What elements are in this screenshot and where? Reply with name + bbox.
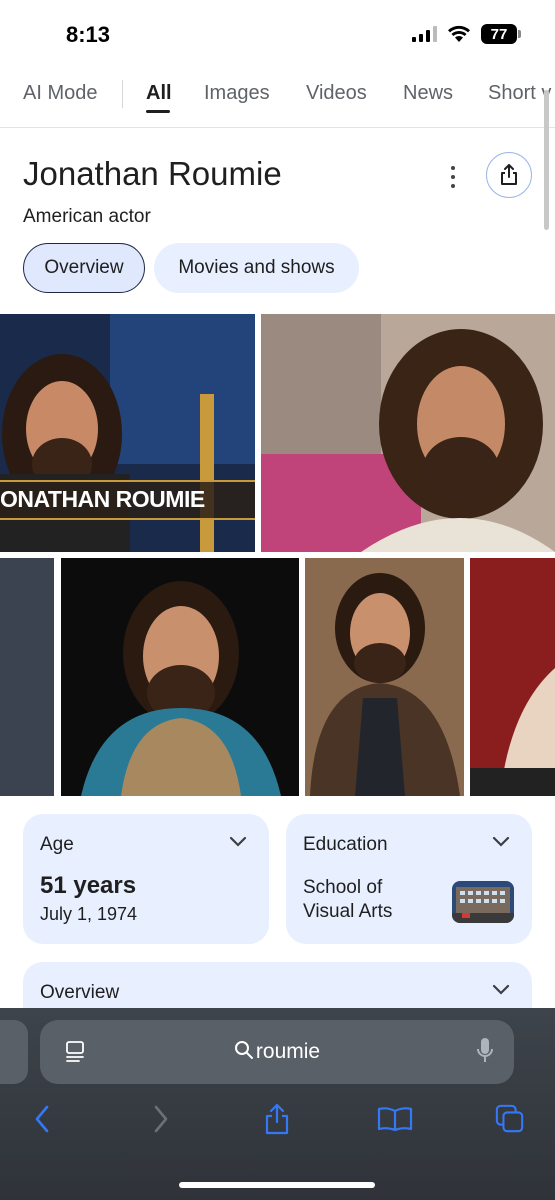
entity-title: Jonathan Roumie — [23, 155, 282, 192]
cellular-signal-icon — [412, 26, 437, 42]
search-icon — [234, 1041, 253, 1059]
wifi-icon — [448, 25, 470, 42]
image-partial-left[interactable] — [0, 558, 54, 796]
image-leather-jacket[interactable] — [305, 558, 464, 796]
back-button[interactable] — [27, 1102, 57, 1136]
bookmarks-button[interactable] — [377, 1102, 413, 1136]
entity-description: American actor — [23, 206, 151, 227]
address-bar[interactable]: roumie — [40, 1020, 514, 1084]
battery-indicator: 77 — [481, 24, 521, 44]
tab-images[interactable]: Images — [204, 82, 270, 105]
chevron-down-icon — [229, 836, 247, 847]
school-thumbnail[interactable] — [452, 881, 514, 923]
tab-all[interactable]: All — [146, 82, 172, 105]
chevron-down-icon — [492, 984, 510, 995]
share-toolbar-button[interactable] — [262, 1102, 292, 1136]
age-value: 51 years — [40, 872, 137, 899]
share-button[interactable] — [486, 152, 532, 198]
share-icon — [265, 1103, 289, 1135]
book-icon — [377, 1107, 413, 1132]
education-label: Education — [303, 834, 388, 855]
age-card[interactable]: Age 51 years July 1, 1974 — [23, 814, 269, 944]
tab-ai-mode[interactable]: AI Mode — [23, 82, 97, 105]
home-indicator — [179, 1182, 375, 1188]
more-options-icon[interactable] — [444, 166, 462, 188]
tab-news[interactable]: News — [403, 82, 453, 105]
chevron-down-icon — [492, 836, 510, 847]
forward-button[interactable] — [146, 1102, 176, 1136]
share-icon — [501, 164, 517, 185]
overview-label: Overview — [40, 982, 120, 1003]
tab-videos[interactable]: Videos — [306, 82, 367, 105]
previous-tab-preview[interactable] — [0, 1020, 28, 1084]
address-bar-query[interactable]: roumie — [40, 1040, 514, 1064]
status-bar: 8:13 77 — [0, 0, 555, 70]
image-robed-portrait[interactable] — [61, 558, 299, 796]
image-partial-right[interactable] — [470, 558, 555, 796]
scrollbar[interactable] — [544, 90, 549, 230]
status-time: 8:13 — [66, 22, 111, 47]
chip-movies-and-shows[interactable]: Movies and shows — [154, 243, 359, 293]
tab-active-underline — [146, 110, 170, 113]
tabs-button[interactable] — [495, 1102, 525, 1136]
search-query-text: roumie — [255, 1040, 321, 1063]
image-banner-text: ONATHAN ROUMIE — [0, 486, 205, 512]
browser-bottom-bar: roumie — [0, 1008, 555, 1200]
status-icons: 77 — [412, 24, 521, 44]
education-value: School of Visual Arts — [303, 877, 393, 922]
image-talk-show[interactable]: ONATHAN ROUMIE — [0, 314, 255, 552]
chevron-left-icon — [35, 1105, 49, 1133]
tab-short-videos[interactable]: Short v — [488, 82, 551, 105]
chevron-right-icon — [154, 1105, 168, 1133]
age-label: Age — [40, 834, 74, 855]
tab-divider — [122, 80, 123, 108]
chip-overview[interactable]: Overview — [23, 243, 145, 293]
birth-date: July 1, 1974 — [40, 904, 138, 924]
education-card[interactable]: Education School of Visual Arts — [286, 814, 532, 944]
image-the-chosen-outdoor[interactable] — [261, 314, 555, 552]
search-tabs: AI Mode All Images Videos News Short v — [0, 70, 555, 128]
tabs-icon — [495, 1104, 524, 1133]
microphone-icon[interactable] — [476, 1037, 494, 1065]
